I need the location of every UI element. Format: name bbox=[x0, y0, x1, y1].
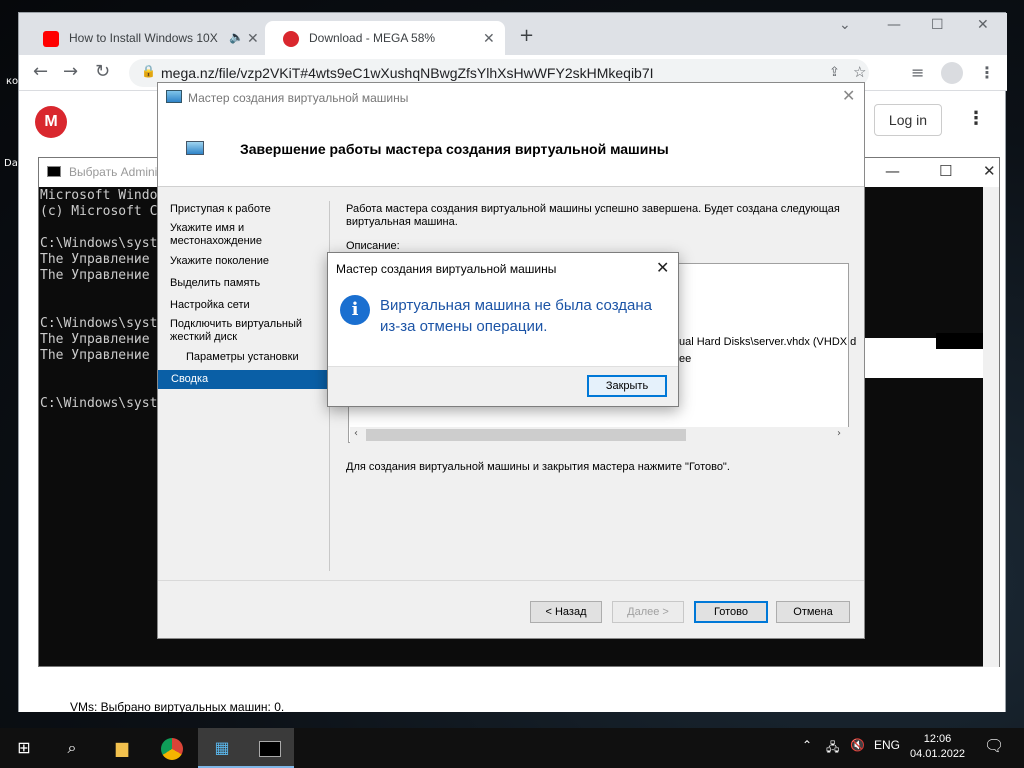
close-icon[interactable]: ✕ bbox=[977, 17, 989, 33]
status-line: VMs: Выбрано виртуальных машин: 0. bbox=[70, 700, 285, 714]
back-button[interactable]: < Назад bbox=[530, 601, 602, 623]
dialog-footer: Закрыть bbox=[328, 366, 678, 406]
new-tab-button[interactable]: + bbox=[519, 25, 534, 46]
file-explorer-icon[interactable]: ▆ bbox=[98, 728, 146, 768]
login-button[interactable]: Log in bbox=[874, 104, 942, 136]
next-button[interactable]: Далее > bbox=[612, 601, 684, 623]
scroll-right-icon[interactable]: › bbox=[837, 428, 841, 439]
desktop-icon-label[interactable]: ко bbox=[6, 76, 18, 87]
dialog-title: Мастер создания виртуальной машины bbox=[336, 262, 557, 276]
maximize-icon[interactable]: ☐ bbox=[931, 17, 944, 33]
chrome-icon[interactable] bbox=[148, 728, 196, 768]
scrollbar[interactable] bbox=[983, 187, 999, 667]
tab-title: How to Install Windows 10X bbox=[69, 31, 218, 45]
divider bbox=[158, 580, 864, 581]
start-windows-icon[interactable]: ⊞ bbox=[0, 728, 48, 768]
taskbar: ⊞ ⌕ ▆ ▦ ⌃ 🖧 🔇 ENG 12:06 04.01.2022 🗨 bbox=[0, 728, 1024, 768]
message-dialog: Мастер создания виртуальной машины ✕ i В… bbox=[327, 252, 679, 407]
speaker-icon[interactable]: 🔈 bbox=[229, 30, 244, 44]
clock-time: 12:06 bbox=[923, 733, 952, 745]
tab-mega[interactable]: Download - MEGA 58% ✕ bbox=[265, 21, 505, 55]
dialog-message: Виртуальная машина не была создана из-за… bbox=[380, 297, 652, 335]
tab-youtube[interactable]: How to Install Windows 10X 🔈 ✕ bbox=[25, 21, 263, 55]
cmd-title: Выбрать Admini bbox=[69, 165, 158, 179]
search-icon[interactable]: ⌕ bbox=[48, 728, 96, 768]
cmd-icon[interactable] bbox=[246, 728, 294, 768]
scroll-thumb[interactable] bbox=[366, 429, 686, 441]
finish-button[interactable]: Готово bbox=[694, 601, 768, 623]
page-menu-icon[interactable]: ⋮ bbox=[967, 108, 985, 129]
chrome-menu-icon[interactable]: ⋮ bbox=[979, 63, 995, 82]
maximize-icon[interactable]: ☐ bbox=[939, 162, 952, 180]
step-networking[interactable]: Настройка сети bbox=[170, 299, 320, 312]
vm-icon bbox=[186, 141, 204, 155]
minimize-icon[interactable]: — bbox=[885, 162, 900, 180]
mega-logo[interactable]: M bbox=[35, 106, 67, 138]
back-arrow-icon[interactable]: ← bbox=[33, 61, 48, 82]
wizard-title: Мастер создания виртуальной машины bbox=[188, 91, 409, 105]
step-install-options[interactable]: Параметры установки bbox=[186, 351, 336, 364]
lock-icon: 🔒 bbox=[141, 64, 156, 78]
scroll-left-icon[interactable]: ‹ bbox=[354, 428, 358, 439]
tab-strip: How to Install Windows 10X 🔈 ✕ Download … bbox=[19, 13, 1007, 55]
finish-note: Для создания виртуальной машины и закрыт… bbox=[346, 461, 730, 473]
tab-title: Download - MEGA 58% bbox=[309, 31, 436, 45]
close-tab-icon[interactable]: ✕ bbox=[483, 30, 495, 47]
url-text: mega.nz/file/vzp2VKiT#4wts9eC1wXushqNBwg… bbox=[161, 65, 654, 81]
step-memory[interactable]: Выделить память bbox=[170, 277, 320, 290]
notifications-icon[interactable]: 🗨 bbox=[984, 736, 1004, 756]
volume-muted-icon[interactable]: 🔇 bbox=[850, 738, 865, 752]
close-tab-icon[interactable]: ✕ bbox=[247, 30, 259, 47]
hyperv-icon bbox=[166, 90, 182, 103]
step-generation[interactable]: Укажите поколение bbox=[170, 255, 320, 268]
step-name-location[interactable]: Укажите имя и местонахождение bbox=[170, 222, 320, 248]
language-indicator[interactable]: ENG bbox=[874, 738, 900, 752]
wizard-header: Завершение работы мастера создания вирту… bbox=[158, 113, 864, 187]
hyperv-manager-icon[interactable]: ▦ bbox=[198, 728, 246, 768]
media-control-icon[interactable]: ≡ bbox=[911, 63, 924, 82]
summary-intro: Работа мастера создания виртуальной маши… bbox=[346, 203, 840, 228]
forward-arrow-icon[interactable]: → bbox=[63, 61, 78, 82]
step-before-you-begin[interactable]: Приступая к работе bbox=[170, 203, 320, 216]
cancel-button[interactable]: Отмена bbox=[776, 601, 850, 623]
close-button[interactable]: Закрыть bbox=[587, 375, 667, 397]
console-block bbox=[936, 333, 984, 349]
network-icon[interactable]: 🖧 bbox=[826, 738, 839, 759]
close-icon[interactable]: ✕ bbox=[842, 86, 855, 105]
info-icon: i bbox=[340, 295, 370, 325]
youtube-icon bbox=[43, 31, 59, 47]
wizard-titlebar[interactable]: Мастер создания виртуальной машины ✕ bbox=[158, 83, 864, 113]
share-icon[interactable]: ⇪ bbox=[829, 64, 840, 80]
desktop-icon-label[interactable]: Da bbox=[4, 158, 18, 169]
profile-avatar-icon[interactable] bbox=[941, 62, 963, 84]
reload-icon[interactable]: ↻ bbox=[95, 61, 110, 82]
console-output[interactable]: Microsoft Windo (c) Microsoft C C:\Windo… bbox=[40, 188, 157, 412]
clock-date: 04.01.2022 bbox=[910, 748, 966, 760]
page-title: Завершение работы мастера создания вирту… bbox=[240, 141, 669, 157]
description-label: Описание: bbox=[346, 240, 400, 252]
chevron-up-icon[interactable]: ⌃ bbox=[802, 738, 812, 752]
close-icon[interactable]: ✕ bbox=[656, 258, 669, 277]
horizontal-scrollbar[interactable]: ‹ › bbox=[350, 427, 849, 443]
mega-icon bbox=[283, 31, 299, 47]
step-summary[interactable]: Сводка bbox=[158, 370, 328, 389]
desc-line: ee bbox=[679, 353, 692, 365]
desc-line: ual Hard Disks\server.vhdx (VHDX d bbox=[679, 336, 857, 348]
tab-search-icon[interactable]: ⌄ bbox=[839, 17, 851, 33]
step-virtual-disk[interactable]: Подключить виртуальный жесткий диск bbox=[170, 318, 320, 344]
cmd-icon bbox=[47, 166, 61, 177]
minimize-icon[interactable]: — bbox=[887, 17, 901, 33]
bookmark-star-icon[interactable]: ☆ bbox=[853, 63, 866, 81]
close-icon[interactable]: ✕ bbox=[983, 162, 996, 180]
clock[interactable]: 12:06 04.01.2022 bbox=[910, 732, 965, 762]
